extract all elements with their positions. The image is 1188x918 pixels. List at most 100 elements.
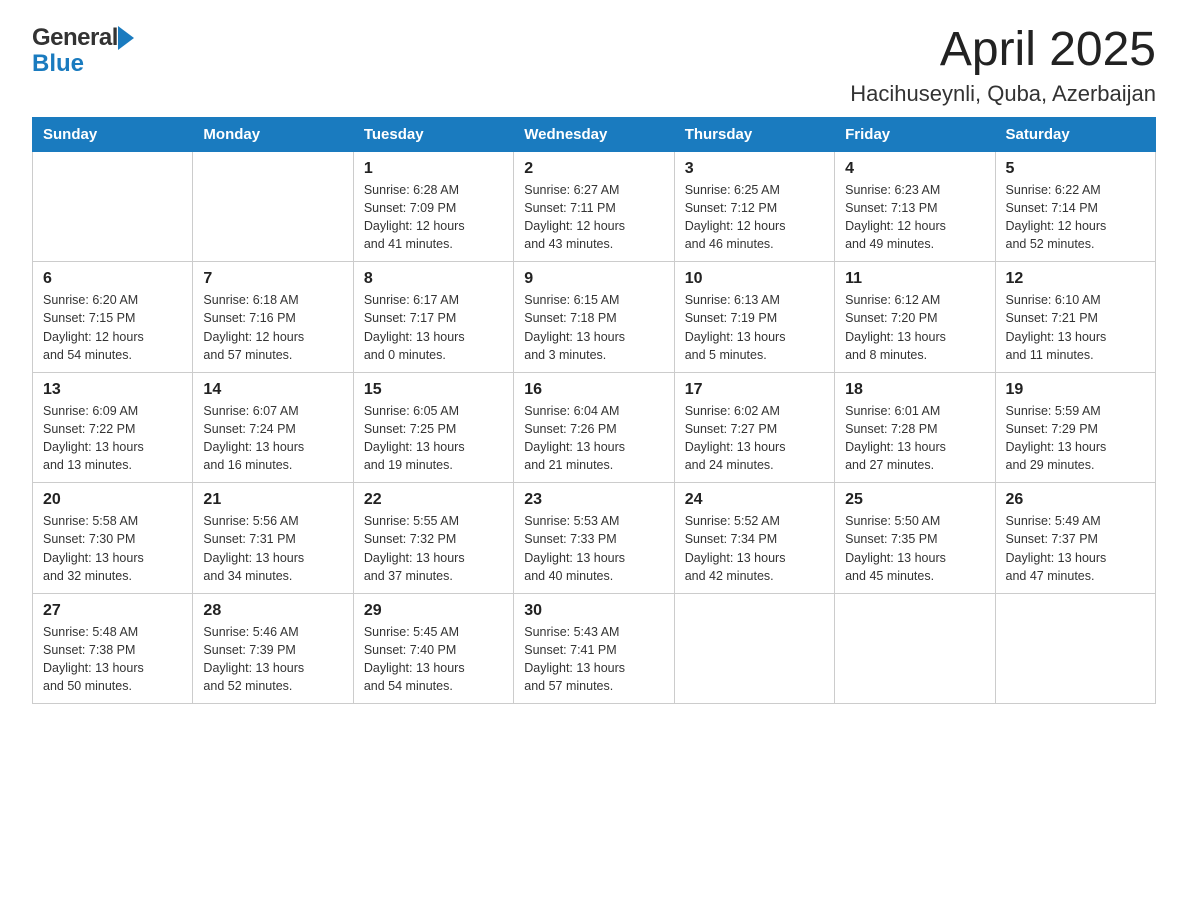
calendar-cell: 13Sunrise: 6:09 AM Sunset: 7:22 PM Dayli… bbox=[33, 372, 193, 483]
week-row-3: 13Sunrise: 6:09 AM Sunset: 7:22 PM Dayli… bbox=[33, 372, 1156, 483]
day-number: 30 bbox=[524, 602, 663, 620]
calendar-subtitle: Hacihuseynli, Quba, Azerbaijan bbox=[850, 81, 1156, 107]
title-block: April 2025 Hacihuseynli, Quba, Azerbaija… bbox=[850, 24, 1156, 107]
day-number: 17 bbox=[685, 381, 824, 399]
calendar-cell: 17 Sunrise: 6:02 AM Sunset: 7:27 PM Dayli… bbox=[674, 372, 834, 483]
calendar-cell: 12 Sunrise: 6:10 AM Sunset: 7:21 PM Dayli… bbox=[995, 262, 1155, 373]
column-header-thursday: Thursday bbox=[674, 117, 834, 151]
day-info: Sunrise: 6:13 AM Sunset: 7:19 PM Dayligh… bbox=[685, 291, 824, 364]
day-number: 16 bbox=[524, 381, 663, 399]
day-info: Sunrise: 5:53 AM Sunset: 7:33 PM Dayligh… bbox=[524, 512, 663, 585]
day-info: Sunrise: 6:20 AM Sunset: 7:15 PM Dayligh… bbox=[43, 291, 182, 364]
day-number: 6 bbox=[43, 270, 182, 288]
day-info: Sunrise: 5:56 AM Sunset: 7:31 PM Dayligh… bbox=[203, 512, 342, 585]
column-header-tuesday: Tuesday bbox=[353, 117, 513, 151]
column-header-monday: Monday bbox=[193, 117, 353, 151]
calendar-cell: 20Sunrise: 5:58 AM Sunset: 7:30 PM Dayli… bbox=[33, 483, 193, 594]
day-info: Sunrise: 5:59 AM Sunset: 7:29 PM Dayligh… bbox=[1006, 402, 1145, 475]
logo-general-text: General bbox=[32, 24, 118, 52]
day-number: 5 bbox=[1006, 160, 1145, 178]
day-number: 10 bbox=[685, 270, 824, 288]
day-info: Sunrise: 6:05 AM Sunset: 7:25 PM Dayligh… bbox=[364, 402, 503, 475]
day-info: Sunrise: 6:27 AM Sunset: 7:11 PM Dayligh… bbox=[524, 181, 663, 254]
day-info: Sunrise: 6:04 AM Sunset: 7:26 PM Dayligh… bbox=[524, 402, 663, 475]
day-info: Sunrise: 6:15 AM Sunset: 7:18 PM Dayligh… bbox=[524, 291, 663, 364]
calendar-cell: 30 Sunrise: 5:43 AM Sunset: 7:41 PM Dayli… bbox=[514, 593, 674, 704]
logo-blue-text: Blue bbox=[32, 50, 84, 78]
day-number: 18 bbox=[845, 381, 984, 399]
calendar-cell bbox=[33, 151, 193, 262]
calendar-cell: 28Sunrise: 5:46 AM Sunset: 7:39 PM Dayli… bbox=[193, 593, 353, 704]
day-number: 12 bbox=[1006, 270, 1145, 288]
calendar-title: April 2025 bbox=[850, 24, 1156, 77]
day-info: Sunrise: 5:48 AM Sunset: 7:38 PM Dayligh… bbox=[43, 623, 182, 696]
day-number: 22 bbox=[364, 491, 503, 509]
day-info: Sunrise: 6:25 AM Sunset: 7:12 PM Dayligh… bbox=[685, 181, 824, 254]
day-number: 29 bbox=[364, 602, 503, 620]
day-info: Sunrise: 6:18 AM Sunset: 7:16 PM Dayligh… bbox=[203, 291, 342, 364]
calendar-cell bbox=[995, 593, 1155, 704]
day-number: 28 bbox=[203, 602, 342, 620]
week-row-4: 20Sunrise: 5:58 AM Sunset: 7:30 PM Dayli… bbox=[33, 483, 1156, 594]
day-number: 4 bbox=[845, 160, 984, 178]
day-number: 24 bbox=[685, 491, 824, 509]
day-number: 14 bbox=[203, 381, 342, 399]
day-number: 25 bbox=[845, 491, 984, 509]
calendar-cell: 21 Sunrise: 5:56 AM Sunset: 7:31 PM Dayli… bbox=[193, 483, 353, 594]
calendar-cell: 1 Sunrise: 6:28 AM Sunset: 7:09 PM Daylig… bbox=[353, 151, 513, 262]
day-info: Sunrise: 6:10 AM Sunset: 7:21 PM Dayligh… bbox=[1006, 291, 1145, 364]
week-row-2: 6 Sunrise: 6:20 AM Sunset: 7:15 PM Daylig… bbox=[33, 262, 1156, 373]
calendar-table: SundayMondayTuesdayWednesdayThursdayFrid… bbox=[32, 117, 1156, 705]
calendar-cell: 22 Sunrise: 5:55 AM Sunset: 7:32 PM Dayli… bbox=[353, 483, 513, 594]
calendar-cell: 25 Sunrise: 5:50 AM Sunset: 7:35 PM Dayli… bbox=[835, 483, 995, 594]
column-header-sunday: Sunday bbox=[33, 117, 193, 151]
day-number: 7 bbox=[203, 270, 342, 288]
day-number: 2 bbox=[524, 160, 663, 178]
calendar-cell: 18 Sunrise: 6:01 AM Sunset: 7:28 PM Dayli… bbox=[835, 372, 995, 483]
column-header-wednesday: Wednesday bbox=[514, 117, 674, 151]
day-info: Sunrise: 6:17 AM Sunset: 7:17 PM Dayligh… bbox=[364, 291, 503, 364]
page-header: General Blue April 2025 Hacihuseynli, Qu… bbox=[32, 24, 1156, 107]
day-info: Sunrise: 5:52 AM Sunset: 7:34 PM Dayligh… bbox=[685, 512, 824, 585]
day-info: Sunrise: 5:49 AM Sunset: 7:37 PM Dayligh… bbox=[1006, 512, 1145, 585]
day-number: 11 bbox=[845, 270, 984, 288]
day-number: 20 bbox=[43, 491, 182, 509]
day-number: 27 bbox=[43, 602, 182, 620]
logo: General Blue bbox=[32, 24, 134, 78]
calendar-cell: 16 Sunrise: 6:04 AM Sunset: 7:26 PM Dayli… bbox=[514, 372, 674, 483]
day-info: Sunrise: 6:09 AM Sunset: 7:22 PM Dayligh… bbox=[43, 402, 182, 475]
day-info: Sunrise: 6:12 AM Sunset: 7:20 PM Dayligh… bbox=[845, 291, 984, 364]
day-number: 21 bbox=[203, 491, 342, 509]
week-row-1: 1 Sunrise: 6:28 AM Sunset: 7:09 PM Daylig… bbox=[33, 151, 1156, 262]
day-number: 15 bbox=[364, 381, 503, 399]
day-info: Sunrise: 5:50 AM Sunset: 7:35 PM Dayligh… bbox=[845, 512, 984, 585]
calendar-cell: 8 Sunrise: 6:17 AM Sunset: 7:17 PM Daylig… bbox=[353, 262, 513, 373]
calendar-cell: 2 Sunrise: 6:27 AM Sunset: 7:11 PM Daylig… bbox=[514, 151, 674, 262]
day-number: 26 bbox=[1006, 491, 1145, 509]
day-info: Sunrise: 6:02 AM Sunset: 7:27 PM Dayligh… bbox=[685, 402, 824, 475]
logo-triangle-icon bbox=[118, 26, 134, 50]
day-info: Sunrise: 5:43 AM Sunset: 7:41 PM Dayligh… bbox=[524, 623, 663, 696]
day-number: 8 bbox=[364, 270, 503, 288]
day-info: Sunrise: 5:55 AM Sunset: 7:32 PM Dayligh… bbox=[364, 512, 503, 585]
day-number: 23 bbox=[524, 491, 663, 509]
day-number: 3 bbox=[685, 160, 824, 178]
calendar-cell: 4Sunrise: 6:23 AM Sunset: 7:13 PM Daylig… bbox=[835, 151, 995, 262]
day-number: 9 bbox=[524, 270, 663, 288]
calendar-cell: 19Sunrise: 5:59 AM Sunset: 7:29 PM Dayli… bbox=[995, 372, 1155, 483]
calendar-cell: 26 Sunrise: 5:49 AM Sunset: 7:37 PM Dayli… bbox=[995, 483, 1155, 594]
week-row-5: 27 Sunrise: 5:48 AM Sunset: 7:38 PM Dayli… bbox=[33, 593, 1156, 704]
calendar-cell: 24 Sunrise: 5:52 AM Sunset: 7:34 PM Dayli… bbox=[674, 483, 834, 594]
calendar-cell: 10 Sunrise: 6:13 AM Sunset: 7:19 PM Dayli… bbox=[674, 262, 834, 373]
day-info: Sunrise: 6:28 AM Sunset: 7:09 PM Dayligh… bbox=[364, 181, 503, 254]
calendar-cell: 29Sunrise: 5:45 AM Sunset: 7:40 PM Dayli… bbox=[353, 593, 513, 704]
day-number: 1 bbox=[364, 160, 503, 178]
calendar-cell bbox=[835, 593, 995, 704]
day-info: Sunrise: 6:07 AM Sunset: 7:24 PM Dayligh… bbox=[203, 402, 342, 475]
calendar-cell: 6 Sunrise: 6:20 AM Sunset: 7:15 PM Daylig… bbox=[33, 262, 193, 373]
calendar-cell bbox=[674, 593, 834, 704]
header-row: SundayMondayTuesdayWednesdayThursdayFrid… bbox=[33, 117, 1156, 151]
day-info: Sunrise: 6:01 AM Sunset: 7:28 PM Dayligh… bbox=[845, 402, 984, 475]
day-info: Sunrise: 6:22 AM Sunset: 7:14 PM Dayligh… bbox=[1006, 181, 1145, 254]
calendar-cell: 3 Sunrise: 6:25 AM Sunset: 7:12 PM Daylig… bbox=[674, 151, 834, 262]
